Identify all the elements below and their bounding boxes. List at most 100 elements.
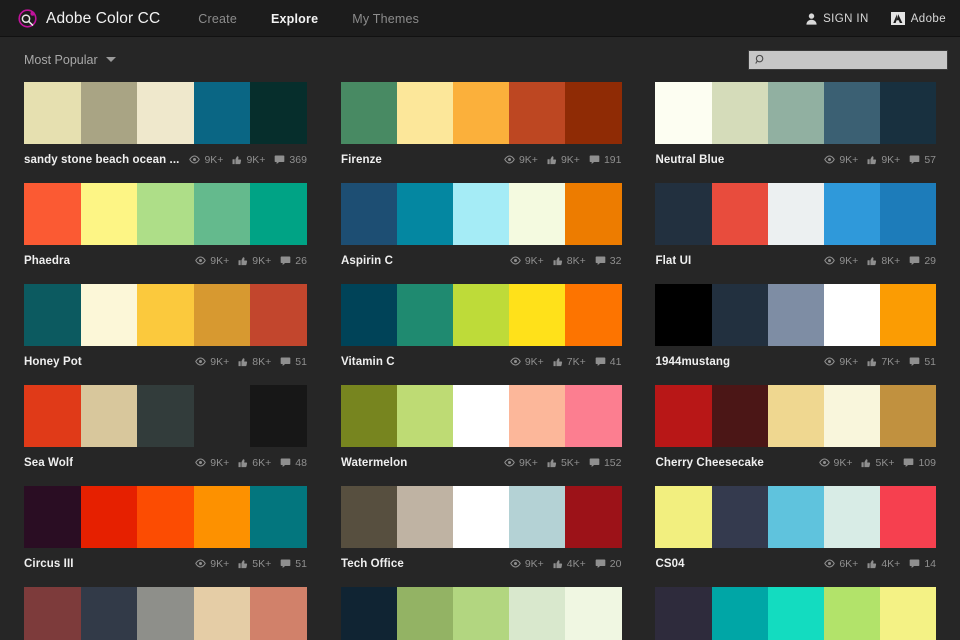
color-swatch[interactable] <box>24 486 81 548</box>
color-swatch[interactable] <box>655 183 711 245</box>
color-swatch[interactable] <box>81 82 138 144</box>
color-swatch[interactable] <box>250 385 307 447</box>
color-swatch[interactable] <box>712 183 768 245</box>
palette-title[interactable]: Circus III <box>24 558 74 570</box>
color-swatch[interactable] <box>565 486 621 548</box>
color-swatch[interactable] <box>768 284 824 346</box>
color-swatch[interactable] <box>81 183 138 245</box>
color-swatch[interactable] <box>509 82 565 144</box>
palette-title[interactable]: Aspirin C <box>341 255 393 267</box>
color-swatch[interactable] <box>453 385 509 447</box>
palette-title[interactable]: Sea Wolf <box>24 457 73 469</box>
color-swatch[interactable] <box>509 385 565 447</box>
palette-title[interactable]: 1944mustang <box>655 356 730 368</box>
color-swatch[interactable] <box>24 82 81 144</box>
color-swatch[interactable] <box>24 284 81 346</box>
color-swatch[interactable] <box>453 183 509 245</box>
color-swatch[interactable] <box>655 385 711 447</box>
color-swatch[interactable] <box>397 183 453 245</box>
color-swatch[interactable] <box>341 82 397 144</box>
palette-swatches[interactable] <box>24 82 307 144</box>
color-swatch[interactable] <box>341 587 397 640</box>
palette-card[interactable]: Sea Wolf9K+6K+48 <box>24 385 307 486</box>
color-swatch[interactable] <box>250 183 307 245</box>
palette-card[interactable]: 1944mustang9K+7K+51 <box>655 284 936 385</box>
color-swatch[interactable] <box>250 486 307 548</box>
palette-title[interactable]: Vitamin C <box>341 356 395 368</box>
palette-swatches[interactable] <box>341 486 622 548</box>
color-swatch[interactable] <box>768 183 824 245</box>
palette-swatches[interactable] <box>655 183 936 245</box>
palette-swatches[interactable] <box>24 385 307 447</box>
palette-card[interactable]: Vitamin C9K+7K+41 <box>341 284 622 385</box>
color-swatch[interactable] <box>655 587 711 640</box>
palette-swatches[interactable] <box>341 183 622 245</box>
color-swatch[interactable] <box>250 587 307 640</box>
color-swatch[interactable] <box>250 284 307 346</box>
color-swatch[interactable] <box>712 284 768 346</box>
color-swatch[interactable] <box>565 587 621 640</box>
color-swatch[interactable] <box>712 587 768 640</box>
color-swatch[interactable] <box>194 284 251 346</box>
color-swatch[interactable] <box>24 183 81 245</box>
color-swatch[interactable] <box>880 82 936 144</box>
color-swatch[interactable] <box>655 284 711 346</box>
nav-item-my-themes[interactable]: My Themes <box>352 12 419 26</box>
palette-card[interactable] <box>341 587 622 640</box>
palette-title[interactable]: Flat UI <box>655 255 691 267</box>
color-swatch[interactable] <box>880 183 936 245</box>
color-swatch[interactable] <box>509 284 565 346</box>
color-swatch[interactable] <box>81 385 138 447</box>
color-swatch[interactable] <box>137 587 194 640</box>
palette-swatches[interactable] <box>655 284 936 346</box>
palette-title[interactable]: CS04 <box>655 558 684 570</box>
palette-card[interactable]: Honey Pot9K+8K+51 <box>24 284 307 385</box>
color-swatch[interactable] <box>655 486 711 548</box>
color-swatch[interactable] <box>453 284 509 346</box>
nav-item-explore[interactable]: Explore <box>271 12 318 26</box>
palette-swatches[interactable] <box>341 385 622 447</box>
palette-card[interactable]: Tech Office9K+4K+20 <box>341 486 622 587</box>
color-swatch[interactable] <box>824 284 880 346</box>
color-swatch[interactable] <box>137 385 194 447</box>
sign-in-button[interactable]: SIGN IN <box>806 13 869 25</box>
palette-title[interactable]: Neutral Blue <box>655 154 724 166</box>
palette-title[interactable]: Tech Office <box>341 558 404 570</box>
palette-card[interactable]: Cherry Cheesecake9K+5K+109 <box>655 385 936 486</box>
color-swatch[interactable] <box>768 587 824 640</box>
color-swatch[interactable] <box>341 183 397 245</box>
palette-title[interactable]: Phaedra <box>24 255 70 267</box>
color-swatch[interactable] <box>565 183 621 245</box>
color-swatch[interactable] <box>880 385 936 447</box>
palette-title[interactable]: Honey Pot <box>24 356 82 368</box>
color-swatch[interactable] <box>509 587 565 640</box>
palette-swatches[interactable] <box>24 587 307 640</box>
color-swatch[interactable] <box>397 587 453 640</box>
color-swatch[interactable] <box>768 486 824 548</box>
color-swatch[interactable] <box>509 183 565 245</box>
color-swatch[interactable] <box>81 486 138 548</box>
search-box[interactable] <box>748 50 948 70</box>
palette-swatches[interactable] <box>655 587 936 640</box>
color-swatch[interactable] <box>341 486 397 548</box>
color-swatch[interactable] <box>250 82 307 144</box>
color-swatch[interactable] <box>880 284 936 346</box>
palette-title[interactable]: Firenze <box>341 154 382 166</box>
color-swatch[interactable] <box>768 385 824 447</box>
palette-swatches[interactable] <box>24 284 307 346</box>
palette-swatches[interactable] <box>24 183 307 245</box>
color-swatch[interactable] <box>565 82 621 144</box>
color-swatch[interactable] <box>137 82 194 144</box>
color-swatch[interactable] <box>194 82 251 144</box>
palette-swatches[interactable] <box>341 284 622 346</box>
palette-card[interactable]: sandy stone beach ocean ...9K+9K+369 <box>24 82 307 183</box>
palette-title[interactable]: Cherry Cheesecake <box>655 457 763 469</box>
sort-dropdown[interactable]: Most Popular <box>24 53 116 67</box>
palette-swatches[interactable] <box>655 82 936 144</box>
color-swatch[interactable] <box>824 587 880 640</box>
color-swatch[interactable] <box>453 587 509 640</box>
color-swatch[interactable] <box>655 82 711 144</box>
palette-title[interactable]: sandy stone beach ocean ... <box>24 154 179 166</box>
palette-swatches[interactable] <box>655 385 936 447</box>
nav-item-create[interactable]: Create <box>198 12 237 26</box>
